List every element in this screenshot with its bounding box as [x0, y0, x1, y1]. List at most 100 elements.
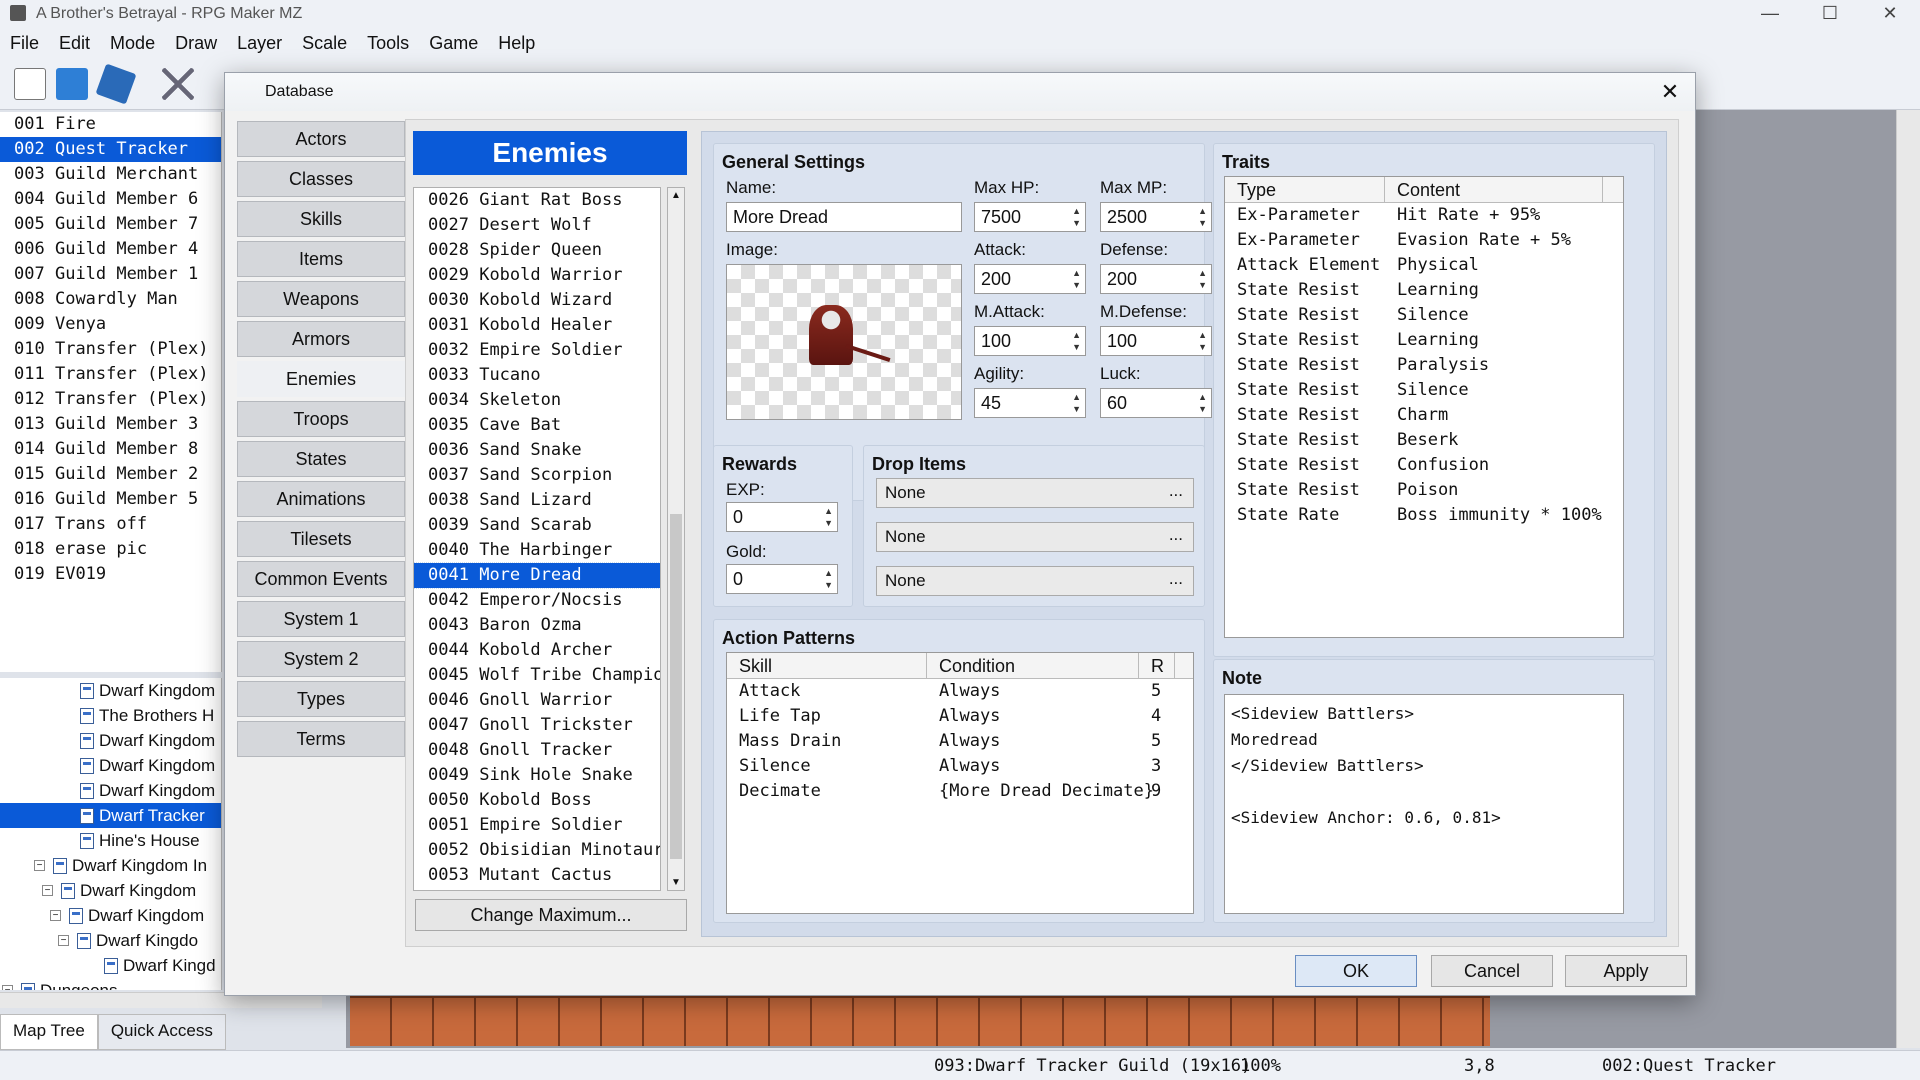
trait-row[interactable]: State Resist Learning	[1225, 278, 1623, 303]
enemy-row[interactable]: 0027 Desert Wolf	[414, 213, 660, 238]
enemy-row[interactable]: 0053 Mutant Cactus	[414, 863, 660, 888]
collapse-icon[interactable]: −	[34, 860, 45, 871]
collapse-icon[interactable]: −	[2, 985, 13, 990]
event-row[interactable]: 015 Guild Member 2	[0, 462, 221, 487]
map-tree-item[interactable]: − Dungeons	[0, 978, 221, 990]
trait-row[interactable]: State Resist Silence	[1225, 303, 1623, 328]
category-enemies[interactable]: Enemies	[237, 361, 405, 397]
event-row[interactable]: 019 EV019	[0, 562, 221, 587]
enemy-row[interactable]: 0042 Emperor/Nocsis	[414, 588, 660, 613]
menu-game[interactable]: Game	[419, 33, 488, 54]
map-tree-item[interactable]: Hine's House	[0, 828, 221, 853]
enemy-row[interactable]: 0048 Gnoll Tracker	[414, 738, 660, 763]
category-types[interactable]: Types	[237, 681, 405, 717]
cancel-button[interactable]: Cancel	[1431, 955, 1553, 987]
event-row[interactable]: 009 Venya	[0, 312, 221, 337]
enemy-row[interactable]: 0044 Kobold Archer	[414, 638, 660, 663]
enemy-list-scrollbar[interactable]: ▲ ▼	[667, 187, 685, 891]
event-row[interactable]: 003 Guild Merchant	[0, 162, 221, 187]
event-row[interactable]: 008 Cowardly Man	[0, 287, 221, 312]
event-row[interactable]: 010 Transfer (Plex)	[0, 337, 221, 362]
scroll-up-icon[interactable]: ▲	[671, 190, 681, 201]
drop-item-3[interactable]: None...	[876, 566, 1194, 596]
enemy-row[interactable]: 0036 Sand Snake	[414, 438, 660, 463]
map-tree-item[interactable]: Dwarf Kingdom	[0, 728, 221, 753]
menu-file[interactable]: File	[0, 33, 49, 54]
action-row[interactable]: Life Tap Always 4	[727, 704, 1193, 729]
ok-button[interactable]: OK	[1295, 955, 1417, 987]
enemy-row[interactable]: 0031 Kobold Healer	[414, 313, 660, 338]
tab-quick-access[interactable]: Quick Access	[97, 1014, 226, 1050]
close-window-button[interactable]: ✕	[1860, 0, 1920, 28]
map-tree-item[interactable]: − Dwarf Kingdo	[0, 928, 221, 953]
action-row[interactable]: Decimate {More Dread Decimate} 9	[727, 779, 1193, 804]
event-row[interactable]: 018 erase pic	[0, 537, 221, 562]
enemy-row[interactable]: 0045 Wolf Tribe Champion	[414, 663, 660, 688]
actions-col-condition[interactable]: Condition	[927, 653, 1139, 678]
matk-stepper-icon[interactable]: ▲ ▼	[1072, 329, 1081, 353]
menu-draw[interactable]: Draw	[165, 33, 227, 54]
map-tree-item[interactable]: The Brothers H	[0, 703, 221, 728]
trait-row[interactable]: Attack Element Physical	[1225, 253, 1623, 278]
category-system-2[interactable]: System 2	[237, 641, 405, 677]
enemy-row[interactable]: 0029 Kobold Warrior	[414, 263, 660, 288]
trait-row[interactable]: State Resist Learning	[1225, 328, 1623, 353]
menu-help[interactable]: Help	[488, 33, 545, 54]
category-armors[interactable]: Armors	[237, 321, 405, 357]
event-row[interactable]: 006 Guild Member 4	[0, 237, 221, 262]
menu-mode[interactable]: Mode	[100, 33, 165, 54]
event-row[interactable]: 017 Trans off	[0, 512, 221, 537]
category-tilesets[interactable]: Tilesets	[237, 521, 405, 557]
gold-input[interactable]: 0 ▲ ▼	[726, 564, 838, 594]
save-project-icon[interactable]	[95, 63, 137, 105]
trait-row[interactable]: State Resist Silence	[1225, 378, 1623, 403]
trait-row[interactable]: State Rate Boss immunity * 100%	[1225, 503, 1623, 528]
tab-map-tree[interactable]: Map Tree	[0, 1014, 98, 1050]
actions-col-rating[interactable]: R	[1139, 653, 1175, 678]
category-animations[interactable]: Animations	[237, 481, 405, 517]
trait-row[interactable]: State Resist Poison	[1225, 478, 1623, 503]
traits-col-content[interactable]: Content	[1385, 177, 1603, 202]
category-classes[interactable]: Classes	[237, 161, 405, 197]
category-common-events[interactable]: Common Events	[237, 561, 405, 597]
name-input[interactable]: More Dread	[726, 202, 962, 232]
enemy-row[interactable]: 0032 Empire Soldier	[414, 338, 660, 363]
enemy-row[interactable]: 0040 The Harbinger	[414, 538, 660, 563]
event-row[interactable]: 014 Guild Member 8	[0, 437, 221, 462]
enemy-row[interactable]: 0039 Sand Scarab	[414, 513, 660, 538]
category-system-1[interactable]: System 1	[237, 601, 405, 637]
maxhp-input[interactable]: 7500 ▲ ▼	[974, 202, 1086, 232]
action-patterns-table[interactable]: Skill Condition R Attack Always 5 Life Tap A…	[726, 652, 1194, 914]
luk-input[interactable]: 60 ▲ ▼	[1100, 388, 1212, 418]
collapse-icon[interactable]: −	[42, 885, 53, 896]
enemy-row[interactable]: 0035 Cave Bat	[414, 413, 660, 438]
event-row[interactable]: 004 Guild Member 6	[0, 187, 221, 212]
category-actors[interactable]: Actors	[237, 121, 405, 157]
map-tree-item[interactable]: Dwarf Kingd	[0, 953, 221, 978]
menu-edit[interactable]: Edit	[49, 33, 100, 54]
enemy-list[interactable]: 0026 Giant Rat Boss 0027 Desert Wolf 0028 …	[413, 187, 661, 891]
event-row[interactable]: 013 Guild Member 3	[0, 412, 221, 437]
category-weapons[interactable]: Weapons	[237, 281, 405, 317]
trait-row[interactable]: State Resist Paralysis	[1225, 353, 1623, 378]
enemy-row[interactable]: 0037 Sand Scorpion	[414, 463, 660, 488]
traits-col-type[interactable]: Type	[1225, 177, 1385, 202]
atk-stepper-icon[interactable]: ▲ ▼	[1072, 267, 1081, 291]
note-textarea[interactable]: <Sideview Battlers> Moredread </Sideview B…	[1224, 694, 1624, 914]
enemy-row[interactable]: 0028 Spider Queen	[414, 238, 660, 263]
def-stepper-icon[interactable]: ▲ ▼	[1198, 267, 1207, 291]
minimize-button[interactable]: —	[1740, 0, 1800, 28]
menu-tools[interactable]: Tools	[357, 33, 419, 54]
enemy-row[interactable]: 0049 Sink Hole Snake	[414, 763, 660, 788]
map-tree-item[interactable]: − Dwarf Kingdom	[0, 878, 221, 903]
traits-table[interactable]: Type Content Ex-Parameter Hit Rate + 95% E…	[1224, 176, 1624, 638]
enemy-row[interactable]: 0050 Kobold Boss	[414, 788, 660, 813]
menu-scale[interactable]: Scale	[292, 33, 357, 54]
event-row[interactable]: 007 Guild Member 1	[0, 262, 221, 287]
agi-stepper-icon[interactable]: ▲ ▼	[1072, 391, 1081, 415]
maxmp-input[interactable]: 2500 ▲ ▼	[1100, 202, 1212, 232]
category-terms[interactable]: Terms	[237, 721, 405, 757]
maxmp-stepper-icon[interactable]: ▲ ▼	[1198, 205, 1207, 229]
trait-row[interactable]: State Resist Charm	[1225, 403, 1623, 428]
mdef-input[interactable]: 100 ▲ ▼	[1100, 326, 1212, 356]
